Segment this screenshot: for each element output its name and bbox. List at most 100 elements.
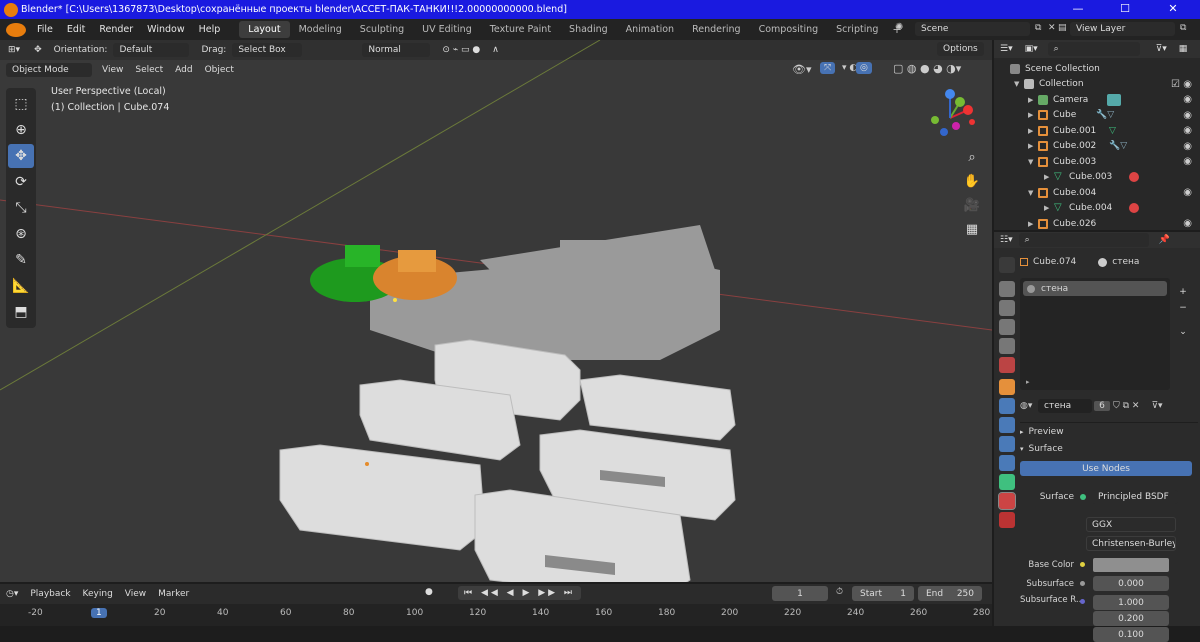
subsurface-field[interactable]: 0.000: [1093, 576, 1169, 591]
scene-tab-icon[interactable]: [999, 338, 1015, 354]
scale-tool-icon[interactable]: ⤡: [8, 196, 34, 220]
subsurface-method-dropdown[interactable]: Christensen-Burley: [1086, 536, 1176, 551]
blender-menu-icon[interactable]: [6, 22, 26, 37]
outliner-item-root[interactable]: Scene Collection: [994, 61, 1200, 77]
new-collection-icon[interactable]: ▦: [1173, 44, 1194, 54]
pan-icon[interactable]: ✋: [962, 174, 982, 194]
subsurface-radius-x[interactable]: 1.000: [1093, 595, 1169, 610]
outliner-item-cube-004-data[interactable]: ▶ ▽ Cube.004: [994, 201, 1200, 217]
eye-icon[interactable]: ◉: [1183, 141, 1192, 152]
current-frame-field[interactable]: 1: [772, 586, 828, 601]
link-icon[interactable]: ⊽▾: [1151, 401, 1162, 411]
physics-tab-icon[interactable]: [999, 436, 1015, 452]
close-button[interactable]: ✕: [1150, 0, 1196, 19]
outliner-item-cube-003[interactable]: ▼ Cube.003 ◉: [994, 154, 1200, 170]
browse-material-icon[interactable]: ◍▾: [1020, 401, 1038, 411]
checkbox-icon[interactable]: ☑: [1171, 79, 1180, 90]
menu-edit[interactable]: Edit: [60, 24, 92, 35]
tab-sculpting[interactable]: Sculpting: [351, 21, 413, 38]
material-slot-list[interactable]: стена ▸: [1020, 278, 1170, 390]
outliner-search[interactable]: ⌕: [1047, 42, 1140, 56]
tab-scripting[interactable]: Scripting: [827, 21, 887, 38]
subsurface-radius-y[interactable]: 0.200: [1093, 611, 1169, 626]
minimize-button[interactable]: —: [1055, 0, 1101, 19]
menu-help[interactable]: Help: [192, 24, 228, 35]
world-tab-icon[interactable]: [999, 357, 1015, 373]
tab-rendering[interactable]: Rendering: [683, 21, 750, 38]
output-tab-icon[interactable]: [999, 300, 1015, 316]
eye-icon[interactable]: ◉: [1183, 79, 1192, 90]
outliner-item-cube-003-data[interactable]: ▶ ▽ Cube.003: [994, 170, 1200, 186]
surface-shader-field[interactable]: Principled BSDF: [1092, 489, 1178, 504]
base-color-swatch[interactable]: [1093, 557, 1169, 572]
menu-render[interactable]: Render: [92, 24, 140, 35]
stopwatch-icon[interactable]: ⏱: [836, 587, 843, 597]
tab-layout[interactable]: Layout: [239, 21, 290, 38]
surface-panel[interactable]: ▾ Surface: [1020, 440, 1198, 458]
modifier-tab-icon[interactable]: [999, 398, 1015, 414]
eye-icon[interactable]: ◉: [1183, 110, 1192, 121]
outliner-item-cube-026[interactable]: ▶ Cube.026 ◉: [994, 216, 1200, 232]
rotate-tool-icon[interactable]: ⟳: [8, 170, 34, 194]
fake-user-icon[interactable]: ⛉ ⧉ ✕: [1113, 401, 1139, 411]
tab-shading[interactable]: Shading: [560, 21, 617, 38]
users-count[interactable]: 6: [1094, 401, 1110, 411]
menu-window[interactable]: Window: [140, 24, 191, 35]
outliner-editor-icon[interactable]: ☰▾: [994, 44, 1019, 54]
menu-playback[interactable]: Playback: [24, 589, 76, 599]
menu-timeline-view[interactable]: View: [119, 589, 152, 599]
slot-specials-button[interactable]: ⌄: [1176, 324, 1190, 340]
preview-panel[interactable]: ▸ Preview: [1020, 422, 1198, 440]
timeline-editor-icon[interactable]: ◷▾: [0, 589, 24, 599]
outliner-item-camera[interactable]: ▶ Camera ◉: [994, 92, 1200, 108]
tab-compositing[interactable]: Compositing: [750, 21, 828, 38]
move-tool-icon[interactable]: ✥: [8, 144, 34, 168]
distribution-dropdown[interactable]: GGX: [1086, 517, 1176, 532]
material-name-field[interactable]: стена: [1038, 399, 1092, 413]
remove-slot-button[interactable]: −: [1176, 300, 1190, 316]
frame-ruler[interactable]: -20 1 20 40 60 80 100 120 140 160 180 200 220 240 260 2…: [0, 604, 992, 626]
view-layer-tab-icon[interactable]: [999, 319, 1015, 335]
cursor-tool-icon[interactable]: ⊕: [8, 118, 34, 142]
menu-file[interactable]: File: [30, 24, 60, 35]
tool-tab-icon[interactable]: [999, 257, 1015, 273]
outliner-item-cube[interactable]: ▶ Cube 🔧▽ ◉: [994, 108, 1200, 124]
view-layer-selector[interactable]: View Layer: [1070, 22, 1175, 36]
menu-marker[interactable]: Marker: [152, 589, 195, 599]
select-tool-icon[interactable]: ⬚: [8, 92, 34, 116]
tab-animation[interactable]: Animation: [617, 21, 683, 38]
tab-uv-editing[interactable]: UV Editing: [413, 21, 481, 38]
menu-keying[interactable]: Keying: [77, 589, 119, 599]
measure-tool-icon[interactable]: 📐: [8, 274, 34, 298]
properties-editor-icon[interactable]: ☷▾: [994, 235, 1019, 245]
eye-icon[interactable]: ◉: [1183, 125, 1192, 136]
eye-icon[interactable]: ◉: [1183, 156, 1192, 167]
outliner-item-cube-001[interactable]: ▶ Cube.001 ▽ ◉: [994, 123, 1200, 139]
material-tab-icon[interactable]: [998, 492, 1016, 510]
texture-tab-icon[interactable]: [999, 512, 1015, 528]
axis-gizmo[interactable]: [920, 88, 980, 146]
render-tab-icon[interactable]: [999, 281, 1015, 297]
new-scene-icon[interactable]: ⧉: [1035, 23, 1041, 33]
scene-selector[interactable]: Scene: [915, 22, 1030, 36]
use-nodes-button[interactable]: Use Nodes: [1020, 461, 1192, 476]
eye-icon[interactable]: ◉: [1183, 218, 1192, 229]
add-slot-button[interactable]: +: [1176, 284, 1190, 300]
annotate-tool-icon[interactable]: ✎: [8, 248, 34, 272]
properties-search[interactable]: ⌕: [1018, 233, 1149, 247]
filter-icon[interactable]: ⊽▾: [1150, 44, 1173, 54]
display-mode-icon[interactable]: ▣▾: [1019, 44, 1044, 54]
eye-icon[interactable]: ◉: [1183, 94, 1192, 105]
transform-tool-icon[interactable]: ⊛: [8, 222, 34, 246]
zoom-icon[interactable]: ⌕: [962, 150, 982, 170]
particles-tab-icon[interactable]: [999, 417, 1015, 433]
subsurface-radius-z[interactable]: 0.100: [1093, 627, 1169, 642]
outliner-item-collection[interactable]: ▼ Collection ☑ ◉: [994, 77, 1200, 93]
scene-icon[interactable]: ✺: [895, 22, 903, 33]
end-frame-field[interactable]: End 250: [918, 586, 982, 601]
delete-scene-icon[interactable]: ✕: [1048, 23, 1056, 33]
eye-icon[interactable]: ◉: [1183, 187, 1192, 198]
outliner-item-cube-002[interactable]: ▶ Cube.002 🔧▽ ◉: [994, 139, 1200, 155]
maximize-button[interactable]: ☐: [1102, 0, 1148, 19]
ortho-toggle-icon[interactable]: ▦: [962, 222, 982, 242]
